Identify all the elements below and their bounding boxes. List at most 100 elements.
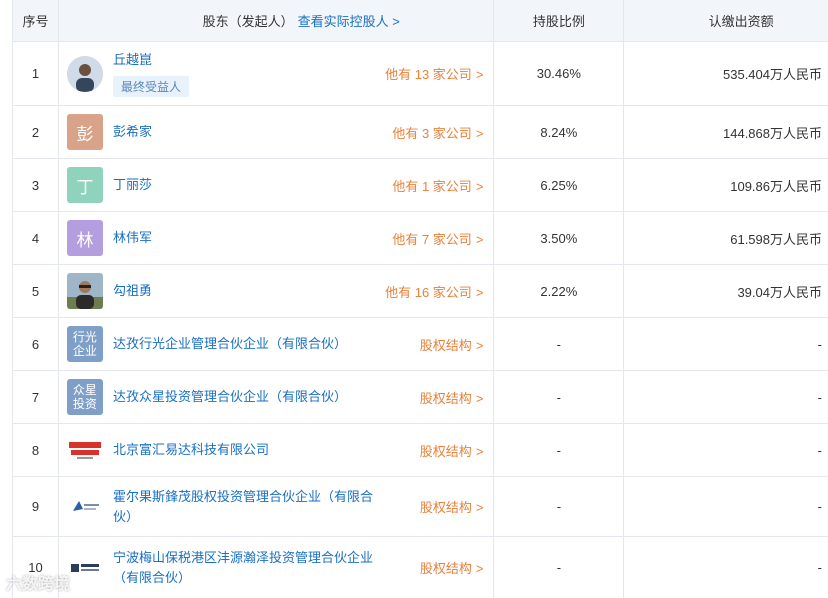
ratio-cell: - — [494, 424, 625, 476]
avatar[interactable] — [66, 488, 103, 525]
holder-cell: 丁 丁丽莎 他有 1 家公司 > — [59, 159, 495, 211]
amount-cell: 61.598万人民币 — [730, 231, 822, 247]
holder-cell: 宁波梅山保税港区沣源瀚泽投资管理合伙企业（有限合伙） 股权结构 > — [59, 537, 495, 598]
equity-structure-link[interactable]: 股权结构 > — [420, 388, 484, 407]
equity-structure-link[interactable]: 股权结构 > — [420, 441, 484, 460]
holder-name[interactable]: 丁丽莎 — [113, 175, 152, 195]
company-logo-icon — [70, 563, 99, 572]
row-index: 4 — [13, 212, 59, 264]
amount-cell: - — [817, 389, 822, 405]
table-row: 9 霍尔果斯鋒茂股权投资管理合伙企业（有限合伙） 股权结构 > - - — [13, 477, 828, 537]
amount-cell: 535.404万人民币 — [723, 67, 822, 82]
amount-cell: - — [817, 499, 823, 514]
companies-link[interactable]: 他有 13 家公司 > — [385, 64, 483, 83]
avatar[interactable]: 丁 — [66, 167, 103, 203]
companies-link[interactable]: 他有 7 家公司 > — [392, 229, 483, 248]
holder-name[interactable]: 北京富汇易达科技有限公司 — [113, 440, 269, 460]
holder-cell: 霍尔果斯鋒茂股权投资管理合伙企业（有限合伙） 股权结构 > — [59, 477, 495, 536]
row-index: 5 — [13, 265, 59, 317]
header-index: 序号 — [13, 0, 59, 41]
equity-structure-label: 股权结构 — [419, 337, 472, 353]
amount-cell: 39.04万人民币 — [737, 284, 822, 300]
holder-name[interactable]: 勾祖勇 — [113, 281, 152, 301]
holder-name[interactable]: 林伟军 — [113, 228, 152, 248]
companies-link[interactable]: 他有 16 家公司 > — [385, 282, 483, 301]
table-header: 序号 股东（发起人） 查看实际控股人 > 持股比例 认缴出资额 — [13, 0, 828, 42]
holder-cell: 北京富汇易达科技有限公司 股权结构 > — [59, 424, 495, 476]
equity-structure-label: 股权结构 — [419, 500, 472, 515]
row-index: 3 — [13, 159, 59, 211]
chevron-right-icon: > — [475, 284, 484, 300]
person-photo-icon — [66, 55, 103, 92]
watermark: 六数跨境 — [6, 576, 71, 593]
companies-link-label: 他有 3 家公司 — [392, 125, 472, 141]
table-row: 7 众星投资 达孜众星投资管理合伙企业（有限合伙） 股权结构 > - - — [13, 371, 828, 424]
avatar[interactable] — [66, 273, 103, 309]
table-row: 10 宁波梅山保税港区沣源瀚泽投资管理合伙企业（有限合伙） 股权结构 > - - — [13, 537, 828, 598]
holder-name[interactable]: 达孜众星投资管理合伙企业（有限合伙） — [113, 387, 347, 407]
amount-cell: 109.86万人民币 — [730, 178, 822, 194]
ratio-cell: 30.46% — [494, 42, 625, 105]
row-index: 1 — [13, 42, 59, 105]
row-index: 8 — [13, 424, 59, 476]
table-row: 3 丁 丁丽莎 他有 1 家公司 > 6.25% 109.86万人民币 — [13, 159, 828, 212]
holder-cell: 林 林伟军 他有 7 家公司 > — [59, 212, 495, 264]
row-index: 2 — [13, 106, 59, 158]
amount-cell: - — [817, 336, 822, 352]
company-logo-icon — [68, 442, 101, 459]
holder-name[interactable]: 宁波梅山保税港区沣源瀚泽投资管理合伙企业（有限合伙） — [113, 548, 384, 588]
holder-cell: 丘越崑 最终受益人 他有 13 家公司 > — [59, 42, 495, 105]
avatar[interactable] — [66, 55, 103, 92]
holder-name[interactable]: 达孜行光企业管理合伙企业（有限合伙） — [113, 334, 347, 354]
ratio-cell: - — [494, 318, 625, 370]
holder-cell: 行光企业 达孜行光企业管理合伙企业（有限合伙） 股权结构 > — [59, 318, 495, 370]
table-row: 4 林 林伟军 他有 7 家公司 > 3.50% 61.598万人民币 — [13, 212, 828, 265]
equity-structure-link[interactable]: 股权结构 > — [420, 497, 484, 516]
ratio-cell: - — [494, 477, 625, 536]
row-index: 7 — [13, 371, 59, 423]
holder-name[interactable]: 彭希家 — [113, 122, 152, 142]
avatar[interactable] — [66, 549, 103, 586]
holder-cell: 勾祖勇 他有 16 家公司 > — [59, 265, 495, 317]
equity-structure-label: 股权结构 — [419, 561, 472, 576]
equity-structure-label: 股权结构 — [419, 443, 472, 459]
equity-structure-link[interactable]: 股权结构 > — [420, 558, 484, 577]
amount-cell: - — [817, 560, 823, 575]
table-row: 1 丘越崑 最终受益人 他有 13 家公司 > 30.46% 535.404万人民… — [13, 42, 828, 106]
table-row: 5 勾祖勇 他有 16 家公司 > 2.22% 39.04万人民币 — [13, 265, 828, 318]
holder-name[interactable]: 霍尔果斯鋒茂股权投资管理合伙企业（有限合伙） — [113, 487, 384, 527]
header-amount: 认缴出资额 — [708, 14, 774, 29]
avatar[interactable]: 林 — [66, 220, 103, 256]
companies-link-label: 他有 1 家公司 — [392, 178, 472, 194]
avatar[interactable]: 行光企业 — [66, 326, 103, 362]
table-row: 8 北京富汇易达科技有限公司 股权结构 > - - — [13, 424, 828, 477]
beneficiary-badge: 最终受益人 — [112, 76, 189, 97]
holder-cell: 众星投资 达孜众星投资管理合伙企业（有限合伙） 股权结构 > — [59, 371, 495, 423]
header-holder-label: 股东（发起人） — [202, 14, 294, 29]
companies-link[interactable]: 他有 3 家公司 > — [392, 123, 483, 142]
holder-name[interactable]: 丘越崑 — [113, 50, 189, 70]
companies-link[interactable]: 他有 1 家公司 > — [392, 176, 483, 195]
table-row: 6 行光企业 达孜行光企业管理合伙企业（有限合伙） 股权结构 > - - — [13, 318, 828, 371]
view-controller-link[interactable]: 查看实际控股人 > — [298, 11, 400, 30]
avatar[interactable]: 彭 — [66, 114, 103, 150]
companies-link-label: 他有 7 家公司 — [392, 231, 472, 247]
header-ratio: 持股比例 — [494, 0, 625, 41]
row-index: 6 — [13, 318, 59, 370]
chevron-right-icon: > — [475, 67, 484, 82]
chevron-right-icon: > — [475, 390, 484, 406]
ratio-cell: - — [494, 371, 625, 423]
ratio-cell: 2.22% — [494, 265, 625, 317]
shareholder-table: 序号 股东（发起人） 查看实际控股人 > 持股比例 认缴出资额 1 丘越崑 最终… — [12, 0, 828, 598]
amount-cell: - — [817, 442, 822, 458]
companies-link-label: 他有 16 家公司 — [385, 284, 472, 300]
table-row: 2 彭 彭希家 他有 3 家公司 > 8.24% 144.868万人民币 — [13, 106, 828, 159]
equity-structure-link[interactable]: 股权结构 > — [420, 335, 484, 354]
avatar[interactable]: 众星投资 — [66, 379, 103, 415]
amount-cell: 144.868万人民币 — [723, 125, 822, 141]
avatar[interactable] — [66, 432, 103, 468]
person-photo-icon — [66, 273, 103, 309]
chevron-right-icon: > — [475, 500, 484, 515]
chevron-right-icon: > — [475, 443, 484, 459]
ratio-cell: - — [494, 537, 625, 598]
